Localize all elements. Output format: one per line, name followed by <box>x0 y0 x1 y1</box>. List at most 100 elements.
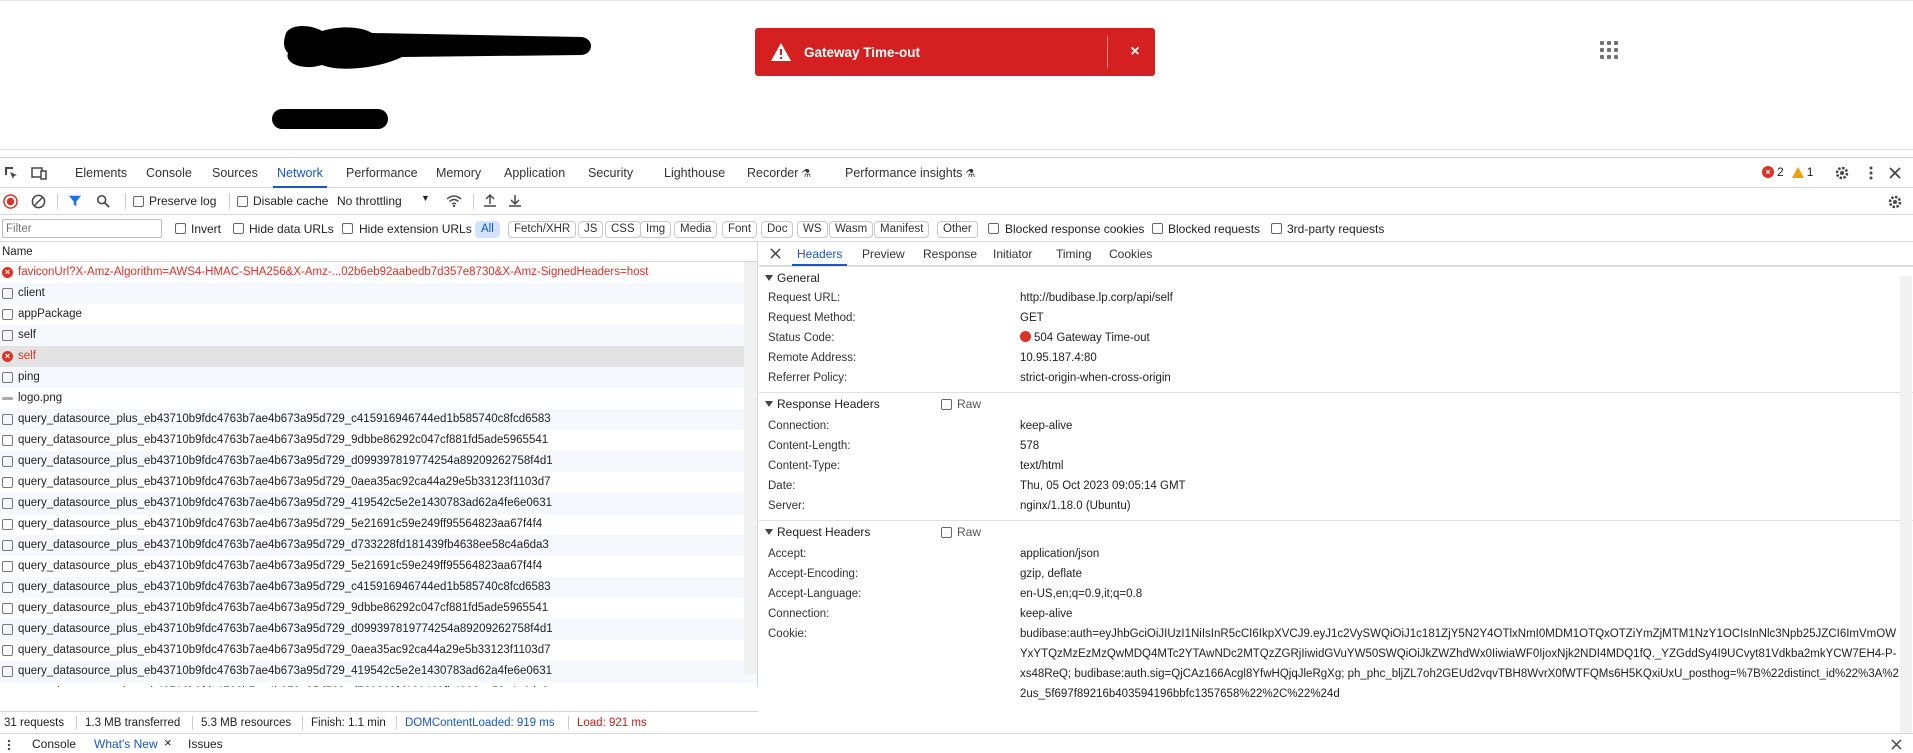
chevron-down-icon[interactable]: ▼ <box>421 193 430 203</box>
filter-input[interactable] <box>2 219 162 238</box>
tab-application[interactable]: Application <box>500 158 569 188</box>
network-settings-gear-icon[interactable] <box>1887 194 1903 210</box>
request-row[interactable]: query_datasource_plus_eb43710b9fdc4763b7… <box>0 451 757 472</box>
type-filter-font[interactable]: Font <box>722 221 758 238</box>
tab-timing[interactable]: Timing <box>1051 242 1097 266</box>
issue-counters[interactable]: × 2 1 <box>1762 165 1813 179</box>
header-value: strict-origin-when-cross-origin <box>1020 372 1171 384</box>
export-har-icon[interactable] <box>508 193 522 208</box>
header-value: 10.95.187.4:80 <box>1020 352 1097 364</box>
tab-lighthouse[interactable]: Lighthouse <box>660 158 729 188</box>
hide-extension-urls-checkbox[interactable] <box>342 223 353 234</box>
request-name: query_datasource_plus_eb43710b9fdc4763b7… <box>18 497 552 509</box>
request-row[interactable]: appPackage <box>0 304 757 325</box>
response-raw-checkbox[interactable] <box>941 399 952 410</box>
request-row[interactable]: query_datasource_plus_eb43710b9fdc4763b7… <box>0 598 757 619</box>
type-filter-doc[interactable]: Doc <box>761 221 794 238</box>
request-row[interactable]: × self <box>0 346 757 367</box>
close-devtools-icon[interactable] <box>1887 165 1903 181</box>
toast-close-button[interactable]: × <box>1123 40 1147 64</box>
request-row[interactable]: query_datasource_plus_eb43710b9fdc4763b7… <box>0 661 757 682</box>
blocked-response-cookies-checkbox[interactable] <box>988 223 999 234</box>
request-list-scrollbar[interactable] <box>744 262 757 674</box>
network-conditions-icon[interactable] <box>446 194 462 208</box>
clear-icon[interactable] <box>31 194 46 209</box>
close-drawer-icon[interactable] <box>1891 739 1902 750</box>
preserve-log-checkbox[interactable] <box>133 196 144 207</box>
filter-icon[interactable] <box>68 194 82 208</box>
tab-sources[interactable]: Sources <box>208 158 262 188</box>
request-row[interactable]: logo.png <box>0 388 757 409</box>
request-row[interactable]: query_datasource_plus_eb43710b9fdc4763b7… <box>0 577 757 598</box>
tab-cookies[interactable]: Cookies <box>1104 242 1157 266</box>
tab-elements[interactable]: Elements <box>71 158 131 188</box>
device-toolbar-icon[interactable] <box>31 165 47 181</box>
details-scrollbar[interactable] <box>1900 276 1912 733</box>
request-name: query_datasource_plus_eb43710b9fdc4763b7… <box>18 686 549 687</box>
disable-cache-checkbox[interactable] <box>237 196 248 207</box>
request-name: logo.png <box>18 392 63 404</box>
tab-headers[interactable]: Headers <box>792 242 848 266</box>
tab-memory[interactable]: Memory <box>432 158 485 188</box>
request-row[interactable]: client <box>0 283 757 304</box>
request-row[interactable]: query_datasource_plus_eb43710b9fdc4763b7… <box>0 409 757 430</box>
header-key: Referrer Policy: <box>768 372 848 384</box>
hide-data-urls-checkbox[interactable] <box>233 223 244 234</box>
drawer-tab-issues[interactable]: Issues <box>188 737 223 751</box>
stop-recording-icon[interactable] <box>3 194 18 209</box>
inspect-element-icon[interactable] <box>3 165 19 181</box>
header-key: Request Method: <box>768 312 856 324</box>
drawer-tab-whats-new[interactable]: What's New <box>94 737 158 751</box>
document-icon <box>2 603 13 614</box>
type-filter-other[interactable]: Other <box>937 221 978 238</box>
apps-grid-icon[interactable] <box>1600 41 1618 59</box>
type-filter-fetch-xhr[interactable]: Fetch/XHR <box>508 221 577 238</box>
tab-performance[interactable]: Performance <box>342 158 422 188</box>
type-filter-css[interactable]: CSS <box>605 221 641 238</box>
request-row[interactable]: query_datasource_plus_eb43710b9fdc4763b7… <box>0 682 757 687</box>
tab-response[interactable]: Response <box>918 242 982 266</box>
request-row[interactable]: query_datasource_plus_eb43710b9fdc4763b7… <box>0 640 757 661</box>
tab-preview[interactable]: Preview <box>857 242 910 266</box>
import-har-icon[interactable] <box>483 193 497 208</box>
request-row[interactable]: query_datasource_plus_eb43710b9fdc4763b7… <box>0 514 757 535</box>
request-row[interactable]: query_datasource_plus_eb43710b9fdc4763b7… <box>0 535 757 556</box>
type-filter-media[interactable]: Media <box>674 221 718 238</box>
type-filter-js[interactable]: JS <box>578 221 604 238</box>
request-row[interactable]: ping <box>0 367 757 388</box>
blocked-requests-checkbox[interactable] <box>1152 223 1163 234</box>
type-filter-ws[interactable]: WS <box>797 221 828 238</box>
close-tab-icon[interactable]: × <box>164 735 172 750</box>
request-row[interactable]: query_datasource_plus_eb43710b9fdc4763b7… <box>0 472 757 493</box>
invert-checkbox[interactable] <box>175 223 186 234</box>
tab-performance-insights[interactable]: Performance insights ⚗ <box>841 158 979 188</box>
name-column-header[interactable]: Name <box>0 242 757 262</box>
type-filter-img[interactable]: Img <box>640 221 672 238</box>
general-section-header[interactable]: General <box>759 266 1913 288</box>
request-row[interactable]: × faviconUrl?X-Amz-Algorithm=AWS4-HMAC-SH… <box>0 262 757 283</box>
tab-initiator[interactable]: Initiator <box>988 242 1037 266</box>
request-row[interactable]: self <box>0 325 757 346</box>
request-row[interactable]: query_datasource_plus_eb43710b9fdc4763b7… <box>0 556 757 577</box>
tab-console[interactable]: Console <box>142 158 196 188</box>
third-party-requests-checkbox[interactable] <box>1271 223 1282 234</box>
search-icon[interactable] <box>96 194 110 208</box>
tab-security[interactable]: Security <box>584 158 637 188</box>
request-headers-section-header[interactable]: Request Headers Raw <box>759 520 1913 542</box>
throttling-select[interactable]: No throttling <box>337 194 402 208</box>
tab-network[interactable]: Network <box>273 158 327 188</box>
request-raw-checkbox[interactable] <box>941 527 952 538</box>
type-filter-all[interactable]: All <box>475 221 500 238</box>
request-row[interactable]: query_datasource_plus_eb43710b9fdc4763b7… <box>0 619 757 640</box>
more-options-icon[interactable] <box>1863 165 1879 181</box>
request-row[interactable]: query_datasource_plus_eb43710b9fdc4763b7… <box>0 430 757 451</box>
type-filter-manifest[interactable]: Manifest <box>874 221 930 238</box>
close-details-icon[interactable] <box>770 248 781 259</box>
drawer-menu-icon[interactable] <box>7 739 11 751</box>
drawer-tab-console[interactable]: Console <box>32 737 76 751</box>
request-row[interactable]: query_datasource_plus_eb43710b9fdc4763b7… <box>0 493 757 514</box>
response-headers-section-header[interactable]: Response Headers Raw <box>759 392 1913 414</box>
settings-gear-icon[interactable] <box>1834 165 1850 181</box>
tab-recorder[interactable]: Recorder ⚗ <box>743 158 815 188</box>
type-filter-wasm[interactable]: Wasm <box>829 221 874 238</box>
